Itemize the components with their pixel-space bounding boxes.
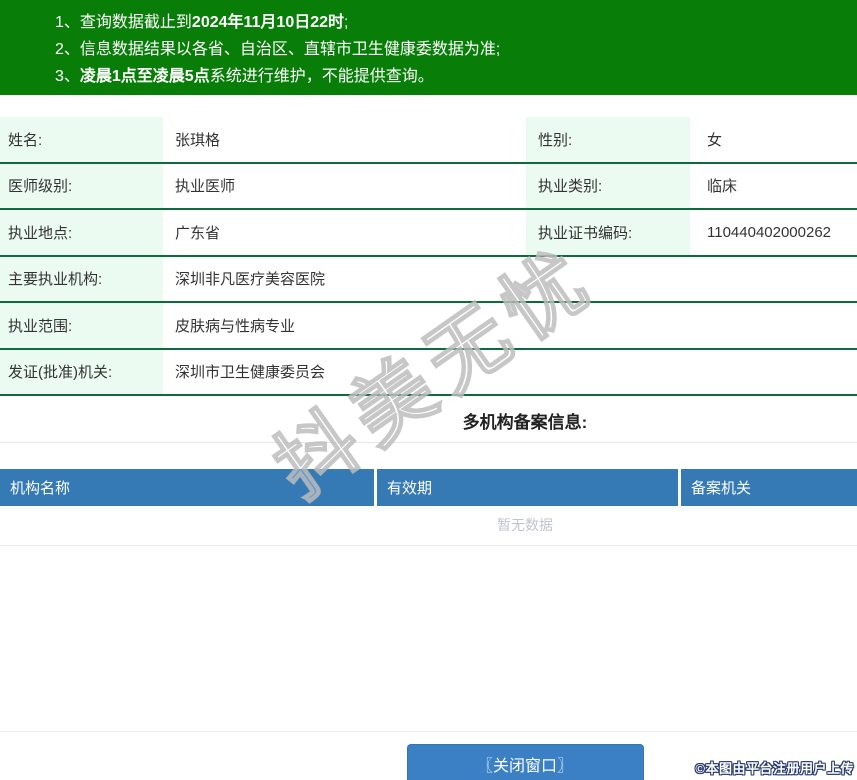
notice-bold-text: 2024年11月10日22时: [191, 14, 345, 31]
notice-banner: 1、查询数据截止到2024年11月10日22时; 2、信息数据结果以各省、自治区…: [0, 0, 857, 95]
notice-text: 系统进行维护，不能提供查询。: [209, 68, 434, 85]
table-row: 执业地点: 广东省 执业证书编码: 110440402000262: [0, 210, 857, 257]
field-label-practice-category: 执业类别:: [526, 163, 690, 208]
notice-text: 信息数据结果以各省、自治区、直辖市卫生健康委数据为准;: [79, 41, 501, 58]
column-header-validity-period: 有效期: [377, 469, 678, 506]
field-label-certificate-number: 执业证书编码:: [526, 210, 690, 255]
field-value-practice-scope: 皮肤病与性病专业: [175, 317, 296, 335]
notice-number: 2、: [55, 41, 80, 58]
page-viewport: 1、查询数据截止到2024年11月10日22时; 2、信息数据结果以各省、自治区…: [0, 0, 857, 780]
close-window-button[interactable]: 〖关闭窗口〗: [406, 744, 644, 780]
table-row: 发证(批准)机关: 深圳市卫生健康委员会: [0, 349, 857, 396]
query-result-page: 1、查询数据截止到2024年11月10日22时; 2、信息数据结果以各省、自治区…: [0, 0, 857, 780]
field-label-doctor-level: 医师级别:: [0, 163, 163, 208]
column-header-institution-name: 机构名称: [0, 469, 374, 506]
notice-line-3: 3、凌晨1点至凌晨5点系统进行维护，不能提供查询。: [55, 63, 857, 90]
spacer: [0, 546, 857, 732]
records-table-header: 机构名称 有效期 备案机关: [0, 469, 857, 506]
notice-number: 3、: [55, 68, 80, 85]
notice-line-1: 1、查询数据截止到2024年11月10日22时;: [55, 9, 857, 36]
empty-data-text: 暂无数据: [0, 506, 857, 546]
field-label-issuing-authority: 发证(批准)机关:: [0, 349, 163, 394]
field-label-practice-location: 执业地点:: [0, 210, 163, 255]
field-label-name: 姓名:: [0, 117, 163, 162]
field-label-practice-scope: 执业范围:: [0, 303, 163, 348]
field-value-certificate-number: 110440402000262: [707, 223, 832, 241]
copyright-watermark: ©本图由平台注册用户上传: [695, 761, 854, 776]
field-value-issuing-authority: 深圳市卫生健康委员会: [175, 364, 326, 382]
table-row: 医师级别: 执业医师 执业类别: 临床: [0, 163, 857, 210]
field-value-doctor-level: 执业医师: [175, 178, 236, 196]
notice-line-2: 2、信息数据结果以各省、自治区、直辖市卫生健康委数据为准;: [55, 36, 857, 63]
notice-text: ;: [344, 14, 349, 31]
notice-bold-text: 凌晨1点至凌晨5点: [79, 68, 210, 85]
field-value-gender: 女: [707, 131, 723, 149]
table-row: 主要执业机构: 深圳非凡医疗美容医院: [0, 256, 857, 303]
field-value-main-institution: 深圳非凡医疗美容医院: [175, 271, 326, 289]
notice-text: 查询数据截止到: [79, 14, 192, 31]
field-label-main-institution: 主要执业机构:: [0, 256, 163, 301]
notice-number: 1、: [55, 14, 80, 31]
field-value-practice-category: 临床: [707, 178, 738, 196]
table-row: 执业范围: 皮肤病与性病专业: [0, 303, 857, 350]
field-value-name: 张琪格: [175, 131, 221, 149]
table-row: 姓名: 张琪格 性别: 女: [0, 117, 857, 164]
field-label-gender: 性别:: [526, 117, 690, 162]
column-header-record-authority: 备案机关: [681, 469, 857, 506]
field-value-practice-location: 广东省: [175, 224, 221, 242]
records-section-title: 多机构备案信息:: [0, 396, 857, 443]
practitioner-info-table: 姓名: 张琪格 性别: 女 医师级别: 执业医师 执业类别: 临床 执业地点: …: [0, 117, 857, 396]
